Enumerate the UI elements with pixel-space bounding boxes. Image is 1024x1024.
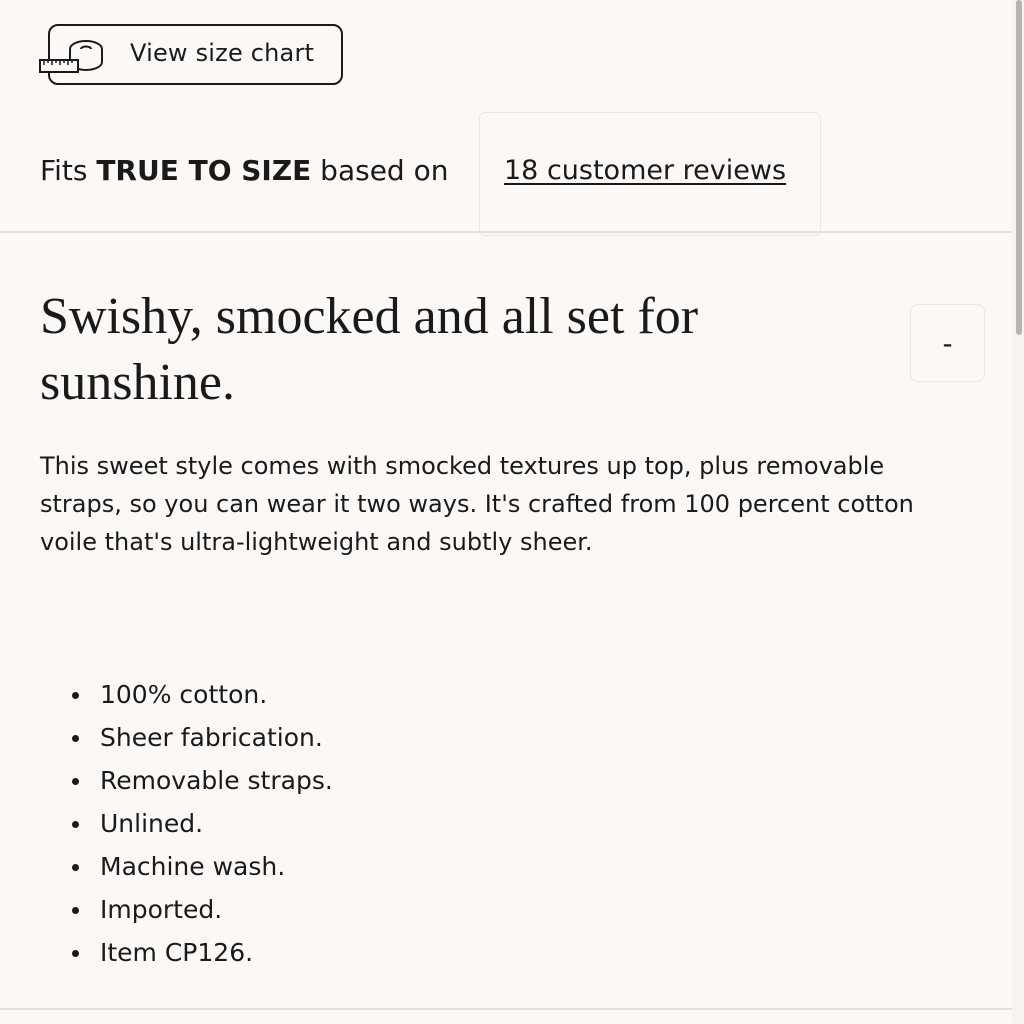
- product-description: This sweet style comes with smocked text…: [40, 452, 914, 556]
- view-size-chart-label: View size chart: [130, 39, 315, 67]
- section-divider-bottom: [0, 1008, 1012, 1010]
- feature-item: 100% cotton.: [68, 673, 333, 716]
- customer-reviews-link[interactable]: 18 customer reviews: [504, 155, 786, 186]
- fit-prefix: Fits: [40, 154, 88, 187]
- feature-item: Machine wash.: [68, 845, 333, 888]
- product-headline: Swishy, smocked and all set for sunshine…: [40, 288, 699, 411]
- feature-item: Sheer fabrication.: [68, 716, 333, 759]
- feature-item: Removable straps.: [68, 759, 333, 802]
- feature-list: 100% cotton. Sheer fabrication. Removabl…: [68, 673, 333, 974]
- fit-verdict: TRUE TO SIZE: [96, 154, 312, 187]
- scrollbar-thumb[interactable]: [1016, 0, 1022, 335]
- collapse-button[interactable]: -: [910, 304, 985, 382]
- measuring-tape-icon: [39, 40, 103, 73]
- section-divider: [0, 231, 1012, 233]
- fit-suffix: based on: [320, 154, 449, 187]
- feature-item: Unlined.: [68, 802, 333, 845]
- fit-summary: Fits TRUE TO SIZE based on: [40, 154, 448, 187]
- view-size-chart-button[interactable]: View size chart: [39, 24, 343, 85]
- feature-item: Imported.: [68, 888, 333, 931]
- feature-item: Item CP126.: [68, 931, 333, 974]
- scrollbar[interactable]: [1012, 0, 1024, 1024]
